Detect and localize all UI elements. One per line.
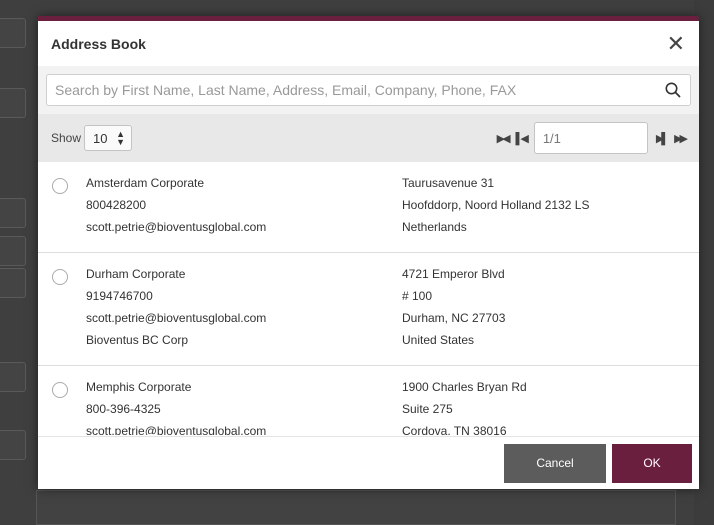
next-page-icon[interactable]: ▶▌ xyxy=(652,132,670,145)
search-icon[interactable] xyxy=(664,81,682,99)
background-field xyxy=(0,236,26,266)
address-country: Netherlands xyxy=(402,220,467,234)
dialog-title: Address Book xyxy=(51,35,146,52)
background-field xyxy=(0,268,26,298)
address-country: United States xyxy=(402,333,475,347)
address-unit: Suite 275 xyxy=(402,402,453,416)
search-box xyxy=(46,74,691,106)
address-email: scott.petrie@bioventusglobal.com xyxy=(86,424,267,435)
page-number-input[interactable] xyxy=(533,122,648,154)
address-phone: 800-396-4325 xyxy=(86,402,161,416)
address-radio[interactable] xyxy=(52,382,68,398)
address-city: Hoofddorp, Noord Holland 2132 LS xyxy=(402,198,590,212)
address-item[interactable]: Memphis Corporate 800-396-4325 scott.pet… xyxy=(38,366,699,435)
address-location: 4721 Emperor Blvd # 100 Durham, NC 27703… xyxy=(402,267,699,355)
show-label: Show xyxy=(51,131,82,145)
background-field xyxy=(0,18,26,48)
address-company: Amsterdam Corporate xyxy=(86,176,205,190)
background-panel xyxy=(36,490,676,525)
background-field xyxy=(0,362,26,392)
address-location: Taurusavenue 31 Hoofddorp, Noord Holland… xyxy=(402,176,699,242)
address-item[interactable]: Durham Corporate 9194746700 scott.petrie… xyxy=(38,253,699,366)
address-email: scott.petrie@bioventusglobal.com xyxy=(86,220,267,234)
page-size-select[interactable]: 10 ▲ ▼ xyxy=(84,125,133,151)
last-page-icon[interactable]: ▶▶ xyxy=(670,132,689,145)
search-input[interactable] xyxy=(55,82,664,98)
background-field xyxy=(0,88,26,118)
address-org: Bioventus BC Corp xyxy=(86,333,189,347)
address-list: Amsterdam Corporate 800428200 scott.petr… xyxy=(38,162,699,435)
address-company: Durham Corporate xyxy=(86,267,186,281)
address-city: Durham, NC 27703 xyxy=(402,311,506,325)
address-contact: Durham Corporate 9194746700 scott.petrie… xyxy=(86,267,402,355)
address-street: 4721 Emperor Blvd xyxy=(402,267,505,281)
address-phone: 800428200 xyxy=(86,198,147,212)
address-item[interactable]: Amsterdam Corporate 800428200 scott.petr… xyxy=(38,162,699,253)
pager-controls: ▶◀ ▌◀ ▶▌ ▶▶ xyxy=(493,122,689,154)
address-street: Taurusavenue 31 xyxy=(402,176,495,190)
address-contact: Amsterdam Corporate 800428200 scott.petr… xyxy=(86,176,402,242)
address-phone: 9194746700 xyxy=(86,289,153,303)
address-contact: Memphis Corporate 800-396-4325 scott.pet… xyxy=(86,380,402,435)
select-arrows-icon: ▲ ▼ xyxy=(116,129,126,147)
address-email: scott.petrie@bioventusglobal.com xyxy=(86,311,267,325)
address-street: 1900 Charles Bryan Rd xyxy=(402,380,527,394)
pagination-bar: Show 10 ▲▼ ▶◀ ▌◀ ▶▌ ▶▶ xyxy=(38,114,699,162)
address-city: Cordova, TN 38016 xyxy=(402,424,507,435)
first-page-icon[interactable]: ▶◀ xyxy=(493,132,512,145)
ok-button[interactable]: OK xyxy=(612,443,692,483)
address-radio[interactable] xyxy=(52,178,68,194)
dialog-footer: Cancel OK xyxy=(38,436,699,489)
address-book-dialog: Address Book ✕ Show 10 ▲▼ ▶◀ ▌◀ ▶▌ ▶▶ xyxy=(38,16,699,489)
address-company: Memphis Corporate xyxy=(86,380,192,394)
address-location: 1900 Charles Bryan Rd Suite 275 Cordova,… xyxy=(402,380,699,435)
search-band xyxy=(38,66,699,114)
cancel-button[interactable]: Cancel xyxy=(504,443,606,483)
address-unit: # 100 xyxy=(402,289,433,303)
address-radio[interactable] xyxy=(52,269,68,285)
dialog-header: Address Book ✕ xyxy=(38,21,699,66)
close-icon[interactable]: ✕ xyxy=(667,32,685,55)
background-field xyxy=(0,198,26,228)
prev-page-icon[interactable]: ▌◀ xyxy=(512,132,530,145)
background-field xyxy=(0,430,26,460)
page-size-value: 10 xyxy=(93,130,108,146)
